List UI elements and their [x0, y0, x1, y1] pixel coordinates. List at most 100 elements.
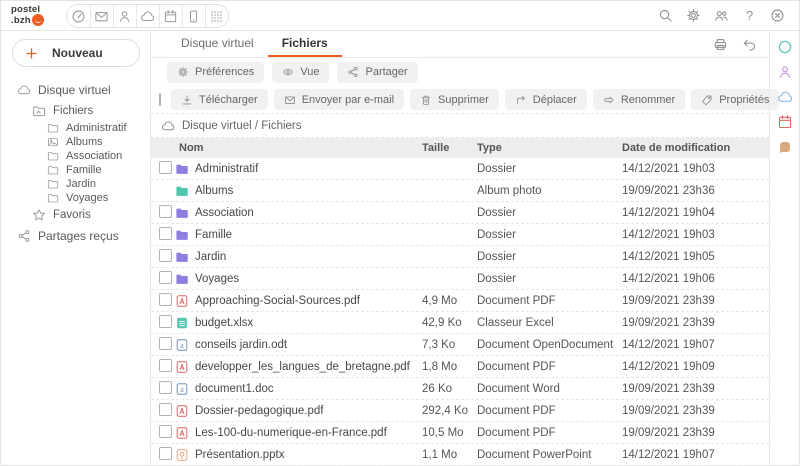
apps-icon[interactable]: [205, 5, 228, 28]
pdf-icon: [175, 404, 189, 418]
sidebar-item-voyages[interactable]: Voyages: [1, 191, 150, 205]
renommer-button[interactable]: Renommer: [593, 89, 685, 110]
sidebar-item-favoris[interactable]: Favoris: [1, 205, 150, 225]
deplacer-button[interactable]: Déplacer: [505, 89, 587, 110]
tab-disque-virtuel[interactable]: Disque virtuel: [167, 31, 268, 57]
sidebar-item-disque-virtuel[interactable]: Disque virtuel: [1, 79, 150, 101]
file-toolbar: Télécharger Envoyer par e-mail Supprimer…: [151, 86, 769, 113]
sidebar-item-albums[interactable]: Albums: [1, 135, 150, 149]
sidebar-item-administratif[interactable]: Administratif: [1, 121, 150, 135]
row-checkbox[interactable]: [159, 359, 172, 372]
phone-icon[interactable]: [182, 5, 205, 28]
table-row[interactable]: Association Dossier 14/12/2021 19h04: [151, 202, 769, 224]
table-row[interactable]: Administratif Dossier 14/12/2021 19h03: [151, 158, 769, 180]
dock-calendar-icon[interactable]: [777, 114, 793, 130]
file-date: 19/09/2021 23h36: [622, 185, 769, 197]
sidebar-item-jardin[interactable]: Jardin: [1, 177, 150, 191]
row-checkbox[interactable]: [159, 381, 172, 394]
calendar-icon[interactable]: [159, 5, 182, 28]
right-dock: [769, 31, 799, 465]
file-size: 1,1 Mo: [422, 449, 477, 461]
table-row[interactable]: Présentation.pptx 1,1 Mo Document PowerP…: [151, 444, 769, 466]
column-nom[interactable]: Nom: [159, 142, 422, 154]
file-name: developper_les_langues_de_bretagne.pdf: [195, 361, 422, 373]
sidebar-item-famille[interactable]: Famille: [1, 163, 150, 177]
row-checkbox[interactable]: [159, 161, 172, 174]
app-switcher: [66, 4, 229, 28]
cloud-icon[interactable]: [136, 5, 159, 28]
folder-icon: [175, 162, 189, 176]
telecharger-button[interactable]: Télécharger: [171, 89, 268, 110]
file-type: Classeur Excel: [477, 317, 622, 329]
table-row[interactable]: Approaching-Social-Sources.pdf 4,9 Mo Do…: [151, 290, 769, 312]
file-type: Document PowerPoint: [477, 449, 622, 461]
supprimer-button[interactable]: Supprimer: [410, 89, 499, 110]
search-icon[interactable]: [658, 8, 673, 23]
folder-icon: [175, 206, 189, 220]
table-row[interactable]: a document1.doc 26 Ko Document Word 19/0…: [151, 378, 769, 400]
sidebar-item-association[interactable]: Association: [1, 149, 150, 163]
new-button[interactable]: Nouveau: [12, 39, 140, 67]
sidebar-item-fichiers[interactable]: Fichiers: [1, 101, 150, 121]
table-row[interactable]: Famille Dossier 14/12/2021 19h03: [151, 224, 769, 246]
print-icon[interactable]: [713, 37, 728, 52]
file-type: Album photo: [477, 185, 622, 197]
dock-contacts-icon[interactable]: [777, 64, 793, 80]
row-checkbox[interactable]: [159, 293, 172, 306]
file-type: Document OpenDocument: [477, 339, 622, 351]
table-row[interactable]: Albums Album photo 19/09/2021 23h36: [151, 180, 769, 202]
file-size: 10,5 Mo: [422, 427, 477, 439]
dashboard-icon[interactable]: [67, 5, 90, 28]
folder-o-icon: [47, 192, 59, 204]
table-row[interactable]: Jardin Dossier 14/12/2021 19h05: [151, 246, 769, 268]
settings-icon[interactable]: [686, 8, 701, 23]
proprietes-button[interactable]: Propriétés: [691, 89, 779, 110]
table-row[interactable]: budget.xlsx 42,9 Ko Classeur Excel 19/09…: [151, 312, 769, 334]
vue-button[interactable]: Vue: [272, 62, 329, 83]
table-row[interactable]: developper_les_langues_de_bretagne.pdf 1…: [151, 356, 769, 378]
file-date: 19/09/2021 23h39: [622, 427, 769, 439]
table-row[interactable]: a conseils jardin.odt 7,3 Ko Document Op…: [151, 334, 769, 356]
brand-logo[interactable]: postel .bzh: [11, 5, 44, 26]
row-checkbox[interactable]: [159, 205, 172, 218]
file-name: Albums: [195, 185, 422, 197]
row-checkbox[interactable]: [159, 425, 172, 438]
logout-icon[interactable]: [770, 8, 785, 23]
row-checkbox[interactable]: [159, 227, 172, 240]
dock-cloud-icon[interactable]: [777, 89, 793, 105]
row-checkbox[interactable]: [159, 249, 172, 262]
row-checkbox[interactable]: [159, 403, 172, 416]
column-type[interactable]: Type: [477, 142, 622, 154]
dock-chat-icon[interactable]: [777, 39, 793, 55]
file-name: Les-100-du-numerique-en-France.pdf: [195, 427, 422, 439]
file-date: 14/12/2021 19h05: [622, 251, 769, 263]
tab-fichiers[interactable]: Fichiers: [268, 31, 342, 57]
file-date: 19/09/2021 23h39: [622, 317, 769, 329]
preferences-button[interactable]: Préférences: [167, 62, 264, 83]
dock-notes-icon[interactable]: [777, 139, 793, 155]
table-row[interactable]: Dossier-pedagogique.pdf 292,4 Ko Documen…: [151, 400, 769, 422]
undo-icon[interactable]: [742, 37, 757, 52]
row-checkbox[interactable]: [159, 271, 172, 284]
breadcrumb-path: Disque virtuel / Fichiers: [182, 120, 302, 132]
row-checkbox[interactable]: [159, 315, 172, 328]
row-checkbox[interactable]: [159, 447, 172, 460]
table-row[interactable]: Les-100-du-numerique-en-France.pdf 10,5 …: [151, 422, 769, 444]
partager-button[interactable]: Partager: [337, 62, 417, 83]
sidebar-item-partages-recus[interactable]: Partages reçus: [1, 225, 150, 247]
column-date[interactable]: Date de modification: [622, 142, 769, 154]
help-icon[interactable]: ?: [742, 8, 757, 23]
breadcrumb[interactable]: Disque virtuel / Fichiers: [151, 113, 769, 138]
envoyer-par-e-mail-button[interactable]: Envoyer par e-mail: [274, 89, 404, 110]
view-options-row: Préférences Vue Partager: [151, 58, 769, 86]
file-type: Dossier: [477, 229, 622, 241]
table-row[interactable]: Voyages Dossier 14/12/2021 19h06: [151, 268, 769, 290]
cloud-icon: [17, 83, 31, 97]
groups-icon[interactable]: [714, 8, 729, 23]
column-taille[interactable]: Taille: [422, 142, 477, 154]
file-name: Association: [195, 207, 422, 219]
contacts-icon[interactable]: [113, 5, 136, 28]
row-checkbox[interactable]: [159, 337, 172, 350]
mail-icon[interactable]: [90, 5, 113, 28]
select-all-checkbox[interactable]: [159, 93, 161, 106]
